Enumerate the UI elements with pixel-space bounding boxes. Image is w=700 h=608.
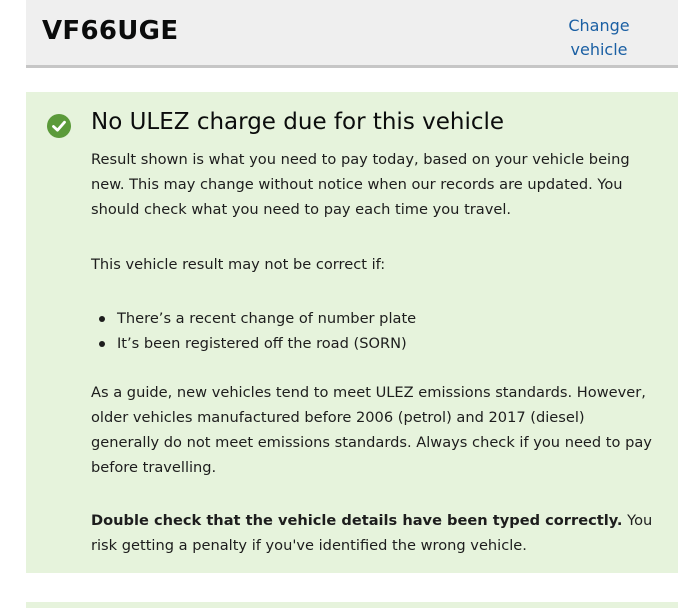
ulez-result-panel: No ULEZ charge due for this vehicle Resu… bbox=[26, 92, 678, 573]
incorrect-result-reasons: There’s a recent change of number plate … bbox=[91, 306, 416, 356]
incorrect-result-intro: This vehicle result may not be correct i… bbox=[91, 256, 386, 273]
vehicle-registration-bar: VF66UGE Change vehicle bbox=[26, 0, 678, 68]
next-panel-edge bbox=[26, 602, 678, 608]
list-item: It’s been registered off the road (SORN) bbox=[91, 331, 416, 356]
vehicle-registration-number: VF66UGE bbox=[42, 16, 179, 46]
list-item: There’s a recent change of number plate bbox=[91, 306, 416, 331]
penalty-warning-bold: Double check that the vehicle details ha… bbox=[91, 512, 623, 529]
result-explanation: Result shown is what you need to pay tod… bbox=[91, 151, 630, 218]
penalty-warning: Double check that the vehicle details ha… bbox=[91, 508, 656, 558]
result-heading: No ULEZ charge due for this vehicle bbox=[91, 109, 505, 135]
emissions-guide-text: As a guide, new vehicles tend to meet UL… bbox=[91, 384, 652, 476]
check-circle-icon bbox=[47, 114, 71, 138]
change-vehicle-link[interactable]: Change vehicle bbox=[564, 14, 634, 62]
